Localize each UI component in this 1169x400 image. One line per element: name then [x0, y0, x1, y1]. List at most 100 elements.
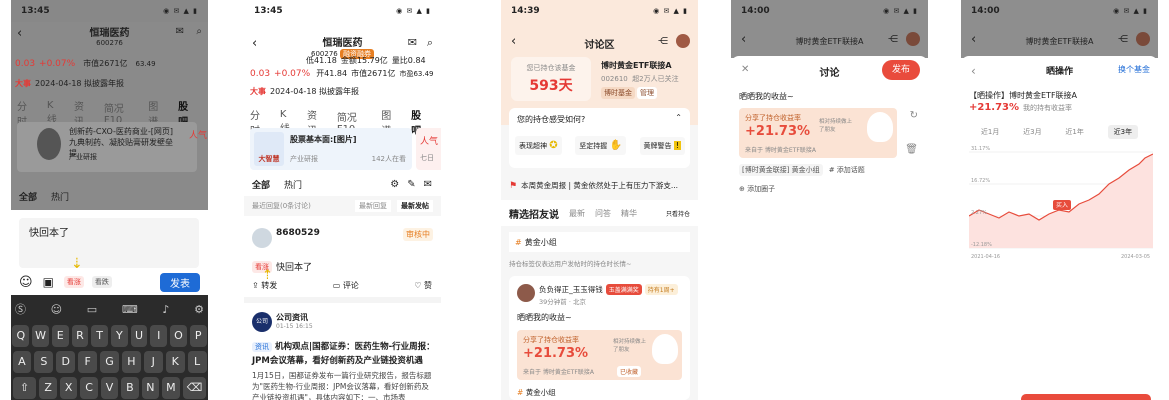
x-tick-start: 2021-04-16 [971, 254, 1000, 260]
key-w[interactable]: W [32, 325, 49, 347]
key-j[interactable]: J [143, 351, 163, 373]
comment-input[interactable]: 快回本了 [19, 218, 199, 268]
key-m[interactable]: M [162, 377, 180, 399]
emoji-kb-icon[interactable]: ☺ [51, 303, 62, 316]
return-chart[interactable]: 31.17% 16.72% 2.27% -12.18% 买入 2021-04-1… [969, 144, 1153, 264]
trash-icon[interactable]: 🗑 [905, 144, 918, 155]
key-b[interactable]: B [121, 377, 139, 399]
key-h[interactable]: H [121, 351, 141, 373]
settings-icon[interactable]: ⚙ [390, 179, 399, 190]
chevron-up-icon[interactable]: ⌃ [675, 113, 682, 122]
key-v[interactable]: V [100, 377, 119, 399]
group-chip[interactable]: # 黄金小组 [509, 232, 690, 252]
collect-button[interactable]: 已收藏 [617, 366, 642, 377]
add-circle-button[interactable]: ⊕ 添加圈子 [739, 184, 775, 194]
post-item-1[interactable]: 8680529 审核中 看涨 快回本了 ⇡ ⇪ 转发 ▭ 评论 ♡ 赞 [244, 220, 441, 295]
avatar[interactable] [676, 34, 690, 48]
share-icon[interactable]: ⋲ [658, 36, 668, 47]
post-item-2[interactable]: 公司 公司资讯 01-15 16:15 资讯 机构观点|国都证券：医药生物-行业… [244, 306, 441, 400]
group-tag[interactable]: 黄金小组 [526, 387, 556, 398]
group-chip[interactable]: [博时黄金联接] 黄金小组 [739, 164, 823, 176]
logo-icon[interactable]: Ⓢ [15, 301, 26, 317]
filter-hot[interactable]: 热门 [284, 178, 302, 191]
sort-latest-reply[interactable]: 最新回复 [355, 200, 391, 212]
period-1y[interactable]: 近1年 [1065, 127, 1083, 137]
tab-featured[interactable]: 精选招友说 [509, 206, 559, 221]
search-icon[interactable]: ⌕ [196, 26, 202, 37]
key-d[interactable]: D [56, 351, 76, 373]
fund-name[interactable]: 博时黄金ETF联接A [601, 60, 672, 71]
reaction-warning[interactable]: 黄牌警告 ! [639, 136, 685, 155]
filter-hot[interactable]: 热门 [51, 190, 69, 203]
like-button[interactable]: ♡ 赞 [414, 280, 432, 291]
period-3m[interactable]: 近3月 [1023, 127, 1041, 137]
comment-button[interactable]: ▭ 评论 [333, 280, 359, 291]
tab-qa[interactable]: 问答 [595, 208, 611, 219]
image-icon[interactable]: ▣ [43, 275, 54, 289]
share-icon[interactable]: ⋲ [1118, 34, 1128, 45]
post-card[interactable]: 负负得正_玉玉得钱 玉盖满满奖 持有1周+ 39分钟前 · 北京 晒晒我的收益~… [509, 276, 690, 400]
publish-button[interactable]: 发布 [882, 60, 920, 80]
key-g[interactable]: G [100, 351, 119, 373]
gear-icon[interactable]: ⚙ [194, 303, 204, 316]
news-card[interactable]: 创新药-CXO-医药商业-[网页]九典制药、凝胶贴膏研发壁垒提 产业研报 人气 [17, 122, 207, 172]
key-y[interactable]: Y [111, 325, 128, 347]
period-3y[interactable]: 近3年 [1107, 125, 1139, 139]
period-1m[interactable]: 近1月 [981, 127, 999, 137]
filter-all[interactable]: 全部 [252, 178, 270, 191]
keyboard-icon[interactable]: ⌨ [122, 303, 138, 316]
reaction-great[interactable]: 表现超神 ✪ [515, 136, 562, 155]
key-e[interactable]: E [51, 325, 69, 347]
shift-key[interactable]: ⇧ [12, 377, 37, 399]
key-z[interactable]: Z [39, 377, 57, 399]
share-icon[interactable]: ⋲ [888, 34, 898, 45]
popularity-card[interactable]: 人气 七日 [416, 128, 441, 170]
key-s[interactable]: S [34, 351, 54, 373]
key-o[interactable]: O [170, 325, 187, 347]
refresh-icon[interactable]: ↻ [910, 110, 918, 121]
key-f[interactable]: F [78, 351, 98, 373]
avatar[interactable] [906, 32, 920, 46]
publish-button[interactable]: 发表 [160, 272, 200, 292]
tab-essence[interactable]: 精华 [621, 208, 637, 219]
banner-card[interactable]: 大智慧 股票基本面:[图片] 产业研报 142人在看 [250, 128, 412, 170]
avatar[interactable] [1136, 32, 1150, 46]
profit-card[interactable]: 分享了持仓收益率 +21.73% 来自于 博时黄金ETF联接A 已收藏 相对持续… [517, 330, 682, 380]
key-q[interactable]: Q [12, 325, 30, 347]
key-r[interactable]: R [71, 325, 89, 347]
search-icon[interactable]: ⌕ [427, 36, 433, 50]
backspace-key[interactable]: ⌫ [182, 377, 207, 399]
profit-card[interactable]: 分享了持仓收益率 +21.73% 来自于 博时黄金ETF联接A 相对持续做上了朋… [739, 108, 897, 158]
confirm-button[interactable] [1021, 394, 1151, 400]
add-topic-button[interactable]: # 添加话题 [829, 165, 865, 175]
message-icon[interactable]: ✉ [408, 36, 417, 49]
key-n[interactable]: N [141, 377, 160, 399]
key-i[interactable]: I [150, 325, 168, 347]
tab-latest[interactable]: 最新 [569, 208, 585, 219]
edit-icon[interactable]: ✎ [407, 179, 415, 190]
switch-fund-button[interactable]: 换个基金 [1118, 64, 1150, 75]
hot-post-title[interactable]: 本周黄金周报 | 黄金依然处于上有压力下游支... [521, 180, 678, 191]
key-u[interactable]: U [130, 325, 148, 347]
mail-icon[interactable]: ✉ [424, 179, 432, 190]
clipboard-icon[interactable]: ▭ [87, 303, 97, 316]
mic-icon[interactable]: ♪ [162, 303, 169, 316]
key-p[interactable]: P [189, 325, 207, 347]
key-c[interactable]: C [80, 377, 98, 399]
bull-tag[interactable]: 看涨 [63, 276, 84, 288]
avatar [252, 228, 272, 248]
emoji-icon[interactable]: ☺ [19, 275, 33, 290]
forward-button[interactable]: ⇪ 转发 [252, 280, 277, 291]
reaction-hold[interactable]: 坚定持握 ✋ [575, 136, 626, 155]
key-a[interactable]: A [12, 351, 32, 373]
key-t[interactable]: T [91, 325, 108, 347]
sort-latest-post[interactable]: 最新发帖 [397, 200, 433, 212]
post-text-input[interactable]: 晒晒我的收益~ [739, 91, 794, 102]
key-l[interactable]: L [187, 351, 207, 373]
filter-all[interactable]: 全部 [19, 190, 37, 203]
only-holding-filter[interactable]: 只看持仓 [666, 209, 690, 218]
key-x[interactable]: X [59, 377, 78, 399]
key-k[interactable]: K [165, 351, 185, 373]
message-icon[interactable]: ✉ [176, 26, 184, 37]
bear-tag[interactable]: 看跌 [91, 276, 112, 288]
